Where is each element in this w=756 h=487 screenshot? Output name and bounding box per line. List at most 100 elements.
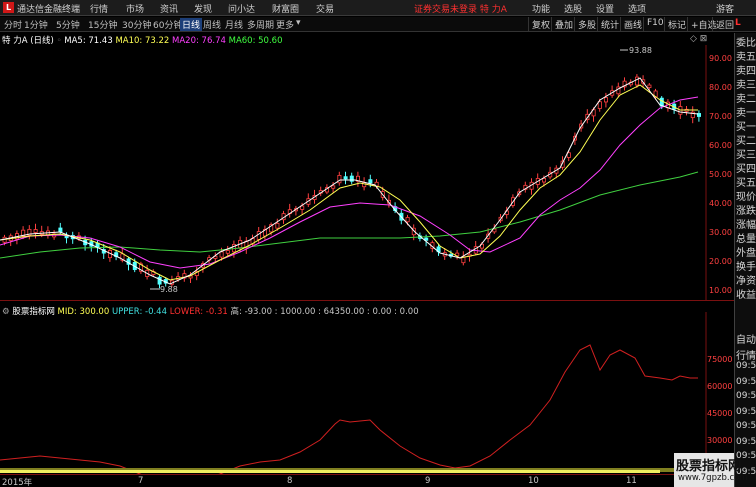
indicator-tick: 45000 (707, 409, 732, 418)
side-panel-item: 买一 (736, 122, 756, 133)
period-60min[interactable]: 60分钟 (153, 18, 182, 31)
date-label: 9 (425, 476, 431, 486)
side-panel-item: 09:51 (736, 361, 756, 371)
period-more[interactable]: 更多 (276, 18, 294, 31)
side-panel-item: 09:51 (736, 407, 756, 417)
more-chevron-icon[interactable]: ▾ (296, 18, 301, 28)
side-panel-item: 卖五 (736, 52, 756, 63)
ma20-line (0, 96, 699, 269)
watermark: 股票指标网 www.7gpzb.com (674, 453, 748, 487)
quote-side-panel: 委比 卖五 卖四 卖三 卖二 卖一 买一 买二 买三 买四 买五 现价 涨跌 涨幅 总量 外盘 换手 净资 收益 自动… (734, 33, 756, 487)
menu-item-wenxiaoda[interactable]: 问小达 (228, 2, 255, 15)
menu-item-settings[interactable]: 设置 (596, 2, 614, 15)
menu-item-news[interactable]: 资讯 (160, 2, 178, 15)
overlay-button[interactable]: 叠加 (551, 17, 576, 31)
price-tick: 70.00 (709, 112, 732, 121)
baseline-bars-bright (0, 470, 660, 473)
price-tick: 80.00 (709, 83, 732, 92)
price-tick: 40.00 (709, 199, 732, 208)
side-panel-header: L (735, 18, 741, 28)
menu-bar: L 通达信金融终端 行情 市场 资讯 发现 问小达 财富圈 交易 证券交易未登录… (0, 0, 756, 16)
side-panel-item: 换手 (736, 262, 756, 273)
menu-item-quotes[interactable]: 行情 (90, 2, 108, 15)
indicator-tick: 60000 (707, 382, 732, 391)
side-panel-item: 09:51 (736, 421, 756, 431)
side-panel-item: 委比 (736, 38, 756, 49)
period-weekly[interactable]: 周线 (203, 18, 221, 31)
price-tick: 50.00 (709, 170, 732, 179)
candle (33, 229, 38, 233)
side-panel-item[interactable]: 行情 (736, 347, 756, 362)
period-30min[interactable]: 30分钟 (122, 18, 151, 31)
candle (157, 276, 162, 285)
indicator-tick: 75000 (707, 355, 732, 364)
side-panel-item: 外盘 (736, 248, 756, 259)
side-panel-item: 卖一 (736, 108, 756, 119)
period-5min[interactable]: 5分钟 (56, 18, 80, 31)
candle (343, 176, 348, 180)
price-tick: 90.00 (709, 54, 732, 63)
period-intraday[interactable]: 分时 (4, 18, 22, 31)
price-tick: 10.00 (709, 286, 732, 295)
period-15min[interactable]: 15分钟 (88, 18, 117, 31)
side-panel-item: 卖二 (736, 94, 756, 105)
menu-item-select-stock[interactable]: 选股 (564, 2, 582, 15)
pane-divider (0, 300, 734, 301)
period-multi[interactable]: 多周期 (247, 18, 274, 31)
period-1min[interactable]: 1分钟 (24, 18, 48, 31)
side-panel-item: 买四 (736, 164, 756, 175)
candle (58, 227, 63, 233)
candle (368, 179, 373, 184)
side-panel-item: 09:51 (736, 437, 756, 447)
date-label: 2015年 (2, 478, 33, 487)
candle (225, 250, 230, 254)
side-panel-item: 买二 (736, 136, 756, 147)
app-title: 通达信金融终端 (17, 5, 81, 15)
candle (331, 185, 336, 189)
candle (349, 175, 354, 182)
price-tick: 30.00 (709, 228, 732, 237)
period-daily[interactable]: 日线 (180, 18, 203, 31)
draw-line-button[interactable]: 画线 (620, 17, 645, 31)
menu-item-trade[interactable]: 交易 (316, 2, 334, 15)
statistics-button[interactable]: 统计 (597, 17, 622, 31)
menu-item-caifuquan[interactable]: 财富圈 (272, 2, 299, 15)
price-tick: 60.00 (709, 141, 732, 150)
side-panel-item: 总量 (736, 234, 756, 245)
side-panel-item: 涨跌 (736, 206, 756, 217)
candle (647, 84, 652, 89)
date-label: 8 (287, 476, 293, 486)
indicator-chart[interactable]: 75000 60000 45000 30000 15000 (0, 312, 734, 474)
period-toolbar: 分时 1分钟 5分钟 15分钟 30分钟 60分钟 日线 周线 月线 多周期 更… (0, 17, 756, 32)
candle (275, 222, 280, 229)
candle (405, 217, 410, 223)
side-panel-item: 现价 (736, 192, 756, 203)
mark-button[interactable]: 标记 (664, 17, 689, 31)
side-panel-item: 涨幅 (736, 220, 756, 231)
side-panel-item: 收益 (736, 290, 756, 301)
indicator-tick: 30000 (707, 436, 732, 445)
date-label: 11 (626, 476, 637, 486)
indicator-line (0, 344, 698, 474)
login-status[interactable]: 证券交易未登录 特 力A (414, 2, 507, 15)
multi-stock-button[interactable]: 多股 (574, 17, 599, 31)
ma60-line (0, 171, 699, 259)
menu-item-market[interactable]: 市场 (126, 2, 144, 15)
menu-item-discover[interactable]: 发现 (194, 2, 212, 15)
app-logo-icon: L (3, 2, 14, 13)
side-panel-item: 买五 (736, 178, 756, 189)
candle (635, 76, 640, 86)
guest-label[interactable]: 游客 (716, 2, 734, 15)
date-label: 10 (528, 476, 539, 486)
chart-settings-icon[interactable]: ◇ ⊠ (690, 34, 707, 44)
side-panel-item: 卖三 (736, 80, 756, 91)
price-chart[interactable]: 93.88 9.88 90.00 80.00 70.00 60.00 50.00… (0, 45, 734, 300)
candle (542, 178, 547, 183)
back-button[interactable]: 返回 (712, 17, 737, 31)
period-monthly[interactable]: 月线 (225, 18, 243, 31)
restore-right-button[interactable]: 复权 (528, 17, 553, 31)
low-label: 9.88 (160, 285, 178, 294)
menu-item-function[interactable]: 功能 (532, 2, 550, 15)
menu-item-options[interactable]: 选项 (628, 2, 646, 15)
side-panel-item[interactable]: 自动 (736, 331, 756, 346)
